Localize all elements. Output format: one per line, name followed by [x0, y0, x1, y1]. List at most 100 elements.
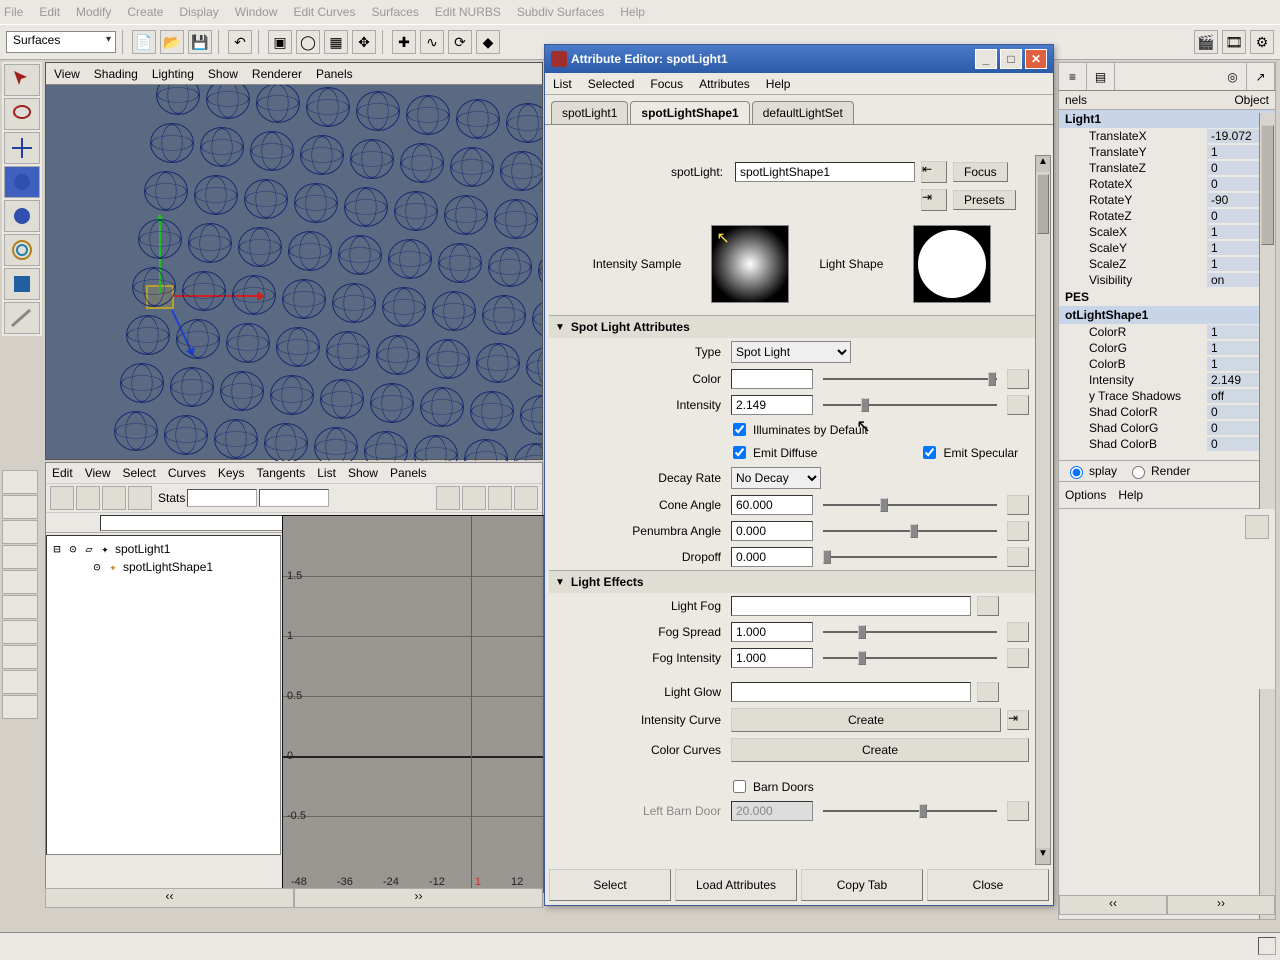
- layout-two-h-icon[interactable]: [2, 520, 38, 544]
- ge-tangent-spline-icon[interactable]: [436, 486, 460, 510]
- vis-icon[interactable]: ⊝: [91, 560, 103, 574]
- intensity-sample-swatch[interactable]: [711, 225, 789, 303]
- ge-list[interactable]: List: [317, 466, 336, 480]
- display-radio[interactable]: splay: [1065, 463, 1117, 479]
- light-fog-map-icon[interactable]: [977, 596, 999, 616]
- wireframe-sphere[interactable]: [376, 335, 420, 375]
- manipulator-tool-icon[interactable]: [4, 234, 40, 266]
- layout-next-icon[interactable]: [2, 695, 38, 719]
- light-shape-swatch[interactable]: [913, 225, 991, 303]
- ge-tool4-icon[interactable]: [128, 486, 152, 510]
- wireframe-sphere[interactable]: [194, 175, 238, 215]
- select-button[interactable]: Select: [549, 869, 671, 901]
- wireframe-sphere[interactable]: [164, 415, 208, 455]
- section-spot-light[interactable]: ▼ Spot Light Attributes: [549, 316, 1035, 338]
- wireframe-sphere[interactable]: [456, 99, 500, 139]
- move-tool-icon[interactable]: [4, 132, 40, 164]
- menu-edit[interactable]: Edit: [39, 5, 60, 19]
- ge-panels[interactable]: Panels: [390, 466, 427, 480]
- wireframe-sphere[interactable]: [332, 283, 376, 323]
- snap-curve-icon[interactable]: ∿: [420, 30, 444, 54]
- channel-row[interactable]: y Trace Shadowsoff: [1059, 388, 1275, 404]
- ge-show[interactable]: Show: [348, 466, 378, 480]
- wireframe-sphere[interactable]: [214, 419, 258, 459]
- wireframe-sphere[interactable]: [244, 179, 288, 219]
- penumbra-map-icon[interactable]: [1007, 521, 1029, 541]
- ipr-icon[interactable]: 🎞: [1222, 30, 1246, 54]
- vp-show[interactable]: Show: [208, 67, 238, 81]
- wireframe-sphere[interactable]: [250, 131, 294, 171]
- menu-surfaces[interactable]: Surfaces: [371, 5, 418, 19]
- wireframe-sphere[interactable]: [514, 443, 542, 461]
- wireframe-sphere[interactable]: [200, 127, 244, 167]
- layout-prev-icon[interactable]: [2, 670, 38, 694]
- wireframe-sphere[interactable]: [532, 299, 542, 339]
- channel-row[interactable]: Shad ColorB0: [1059, 436, 1275, 452]
- go-to-input-icon[interactable]: ⇤: [921, 161, 947, 183]
- select-icon[interactable]: ▣: [268, 30, 292, 54]
- fog-intensity-slider[interactable]: [823, 649, 997, 667]
- vp-shading[interactable]: Shading: [94, 67, 138, 81]
- ge-keys[interactable]: Keys: [218, 466, 245, 480]
- layout-two-v-icon[interactable]: [2, 545, 38, 569]
- viewport-canvas[interactable]: [46, 85, 542, 461]
- window-titlebar[interactable]: Attribute Editor: spotLight1 _ □ ✕: [545, 45, 1053, 73]
- scroll-right-icon[interactable]: ››: [294, 888, 543, 908]
- close-ae-button[interactable]: Close: [927, 869, 1049, 901]
- wireframe-sphere[interactable]: [114, 411, 158, 451]
- go-to-output-icon[interactable]: ⇥: [921, 189, 947, 211]
- wireframe-sphere[interactable]: [388, 239, 432, 279]
- ge-tool1-icon[interactable]: [50, 486, 74, 510]
- render-radio[interactable]: Render: [1127, 463, 1190, 479]
- ge-tangent-linear-icon[interactable]: [462, 486, 486, 510]
- minimize-button[interactable]: _: [975, 49, 997, 69]
- lasso-icon[interactable]: ◯: [296, 30, 320, 54]
- fog-intensity-field[interactable]: [731, 648, 813, 668]
- wireframe-sphere[interactable]: [538, 251, 542, 291]
- ae-menu-help[interactable]: Help: [766, 77, 791, 91]
- penumbra-slider[interactable]: [823, 522, 997, 540]
- wireframe-sphere[interactable]: [138, 219, 182, 259]
- fog-spread-map-icon[interactable]: [1007, 622, 1029, 642]
- channel-row[interactable]: Visibilityon: [1059, 272, 1275, 288]
- layout-outliner-icon[interactable]: [2, 620, 38, 644]
- ge-tool2-icon[interactable]: [76, 486, 100, 510]
- ae-menu-selected[interactable]: Selected: [588, 77, 635, 91]
- fog-intensity-map-icon[interactable]: [1007, 648, 1029, 668]
- channel-row[interactable]: RotateX0: [1059, 176, 1275, 192]
- pin-icon[interactable]: ↗: [1247, 63, 1275, 90]
- wireframe-sphere[interactable]: [382, 287, 426, 327]
- wireframe-sphere[interactable]: [350, 139, 394, 179]
- wireframe-sphere[interactable]: [450, 147, 494, 187]
- load-attributes-button[interactable]: Load Attributes: [675, 869, 797, 901]
- channel-row[interactable]: ScaleZ1: [1059, 256, 1275, 272]
- wireframe-sphere[interactable]: [176, 319, 220, 359]
- wireframe-sphere[interactable]: [370, 383, 414, 423]
- wireframe-sphere[interactable]: [494, 199, 538, 239]
- ch-scroll-left-icon[interactable]: ‹‹: [1059, 895, 1167, 915]
- color-slider[interactable]: [823, 370, 997, 388]
- wireframe-sphere[interactable]: [226, 323, 270, 363]
- stats-field-2[interactable]: [259, 489, 329, 507]
- new-layer-icon[interactable]: [1245, 515, 1269, 539]
- illuminates-default-checkbox[interactable]: Illuminates by Default: [729, 420, 868, 439]
- mode-selector[interactable]: Surfaces: [6, 31, 116, 53]
- wireframe-sphere[interactable]: [444, 195, 488, 235]
- layer-area[interactable]: [1059, 509, 1275, 689]
- menu-edit-curves[interactable]: Edit Curves: [293, 5, 355, 19]
- ge-curves[interactable]: Curves: [168, 466, 206, 480]
- wireframe-sphere[interactable]: [220, 371, 264, 411]
- snap-point-icon[interactable]: ⟳: [448, 30, 472, 54]
- wireframe-sphere[interactable]: [432, 291, 476, 331]
- wireframe-sphere[interactable]: [426, 339, 470, 379]
- light-glow-map-icon[interactable]: [977, 682, 999, 702]
- stats-field-1[interactable]: [187, 489, 257, 507]
- scroll-down-icon[interactable]: ▼: [1036, 848, 1050, 864]
- menu-subdiv[interactable]: Subdiv Surfaces: [517, 5, 604, 19]
- layout-three-icon[interactable]: [2, 570, 38, 594]
- ae-tabs[interactable]: spotLight1 spotLightShape1 defaultLightS…: [545, 95, 1053, 125]
- wireframe-sphere[interactable]: [414, 435, 458, 461]
- channel-row[interactable]: ScaleX1: [1059, 224, 1275, 240]
- maximize-button[interactable]: □: [1000, 49, 1022, 69]
- wireframe-sphere[interactable]: [294, 183, 338, 223]
